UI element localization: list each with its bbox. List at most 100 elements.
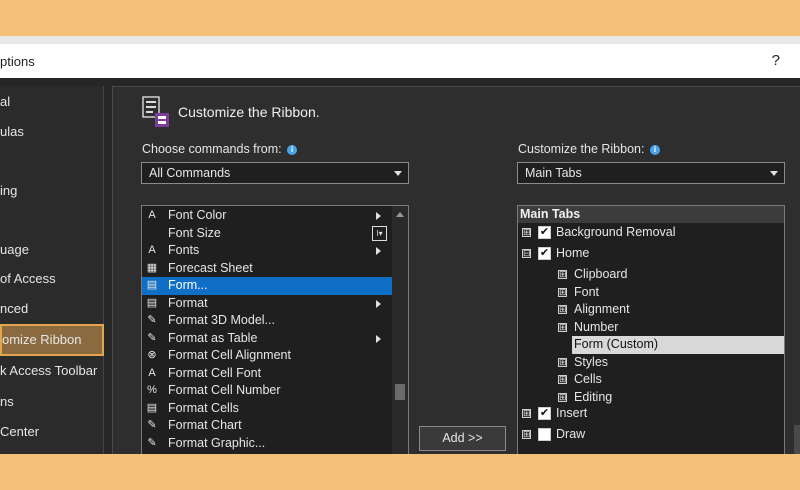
expand-icon[interactable]: ⊞ [522,409,531,418]
list-item-label: Format Cell Font [168,365,262,380]
chevron-right-icon [376,212,381,220]
list-item-format[interactable]: ▤ Format [142,295,392,313]
format-as-table-icon: ✎ [147,331,157,344]
tree-node-draw[interactable]: ⊞ Draw [518,426,784,444]
tree-node-insert[interactable]: ⊞ ✔ Insert [518,405,784,423]
list-item-format-chart[interactable]: ✎ Format Chart [142,417,392,435]
ribbon-tabs-tree[interactable]: Main Tabs ⊞ ✔ Background Removal ⊟ ✔ Hom… [517,205,785,454]
expand-icon[interactable]: ⊞ [522,430,531,439]
checkbox-checked-icon[interactable]: ✔ [538,247,551,260]
list-item-form[interactable]: ▤ Form... [142,277,392,295]
sidebar-item-language[interactable]: uage [0,238,104,262]
tree-node-label: Draw [556,427,586,441]
tree-node-styles[interactable]: ⊞ Styles [518,354,784,372]
tree-node-number[interactable]: ⊞ Number [518,319,784,337]
list-item-label: Format [168,295,208,310]
list-item-format-cell-number[interactable]: % Format Cell Number [142,382,392,400]
chevron-down-icon [394,171,402,176]
customize-ribbon-value: Main Tabs [525,166,582,180]
tree-node-label: Alignment [574,302,630,316]
chevron-right-icon [376,334,381,343]
sidebar-item-proofing[interactable]: ing [0,179,104,203]
tree-node-alignment[interactable]: ⊞ Alignment [518,301,784,319]
sidebar-item-general[interactable]: al [0,90,104,114]
list-item-label: Format Graphic... [168,435,266,450]
tree-node-form-custom[interactable]: Form (Custom) [572,336,784,354]
options-sidebar: al ulas ing uage of Access nced omize Ri… [0,86,104,454]
list-item-label: Font Color [168,208,227,222]
tree-node-background-removal[interactable]: ⊞ ✔ Background Removal [518,224,784,242]
tree-node-label: Cells [574,372,602,386]
sidebar-item-advanced[interactable]: nced [0,297,104,321]
list-item-font-color[interactable]: A Font Color [142,207,392,225]
format-chart-icon: ✎ [147,419,157,431]
sidebar-item-ease-of-access[interactable]: of Access [0,267,104,291]
customize-ribbon-dropdown[interactable]: Main Tabs [517,162,785,184]
list-item-fonts[interactable]: A Fonts [142,242,392,260]
fonts-icon: A [148,244,156,256]
forecast-sheet-icon: ▦ [146,261,158,274]
list-item-format-cell-font[interactable]: A Format Cell Font [142,365,392,383]
sidebar-item-customize-ribbon[interactable]: omize Ribbon [0,324,104,356]
sidebar-item-quick-access-toolbar[interactable]: k Access Toolbar [0,359,104,383]
list-item-label: Font Size [168,225,221,240]
checkbox-unchecked-icon[interactable] [538,428,551,441]
list-item-font-size[interactable]: Font Size I▾ [142,225,392,243]
sidebar-item-add-ins[interactable]: ns [0,390,104,414]
info-icon: i [649,145,660,155]
list-item-format-cell-alignment[interactable]: ⊗ Format Cell Alignment [142,347,392,365]
format-cells-icon: ▤ [146,401,158,414]
expand-icon[interactable]: ⊞ [558,322,567,332]
customize-ribbon-label: Customize the Ribbon: i [518,142,660,156]
expand-icon[interactable]: ⊞ [558,270,567,279]
page-title: Customize the Ribbon. [178,104,320,120]
scroll-thumb[interactable] [395,384,405,400]
list-item-label: Format Cell Number [168,383,281,397]
tree-node-editing[interactable]: ⊞ Editing [518,389,784,407]
tree-node-label: Font [574,284,600,299]
choose-commands-value: All Commands [149,166,231,180]
scroll-up-icon[interactable] [396,212,404,217]
font-color-icon: A [148,209,156,221]
tree-node-label: Home [556,246,590,260]
tree-node-clipboard[interactable]: ⊞ Clipboard [518,266,784,284]
tree-node-cells[interactable]: ⊞ Cells [518,371,784,389]
expand-icon[interactable]: ⊞ [522,228,531,237]
list-item-label: Format as Table [168,330,258,345]
checkbox-checked-icon[interactable]: ✔ [538,407,551,420]
expand-icon[interactable]: ⊞ [558,287,567,297]
list-item-format-graphic[interactable]: ✎ Format Graphic... [142,435,392,453]
tree-node-font[interactable]: ⊞ Font [518,284,784,302]
tree-header: Main Tabs [518,206,784,223]
tree-node-label: Insert [556,406,588,420]
sidebar-item-formulas[interactable]: ulas [0,120,104,144]
list-item-format-3d-model[interactable]: ✎ Format 3D Model... [142,312,392,330]
tree-node-home[interactable]: ⊟ ✔ Home [518,245,784,263]
checkbox-checked-icon[interactable]: ✔ [538,226,551,239]
choose-commands-label: Choose commands from: i [142,142,298,156]
help-button[interactable]: ? [772,52,780,69]
sidebar-item-trust-center[interactable]: Center [0,420,104,444]
customize-ribbon-panel: Customize the Ribbon. Choose commands fr… [112,86,800,454]
expand-icon[interactable]: ⊞ [558,392,567,402]
format-cell-font-icon: A [148,366,156,379]
list-item-label: Form... [168,278,208,292]
move-up-button[interactable] [794,425,800,454]
format-icon: ▤ [146,296,158,309]
expand-icon[interactable]: ⊞ [558,357,567,367]
expand-icon[interactable]: ⊞ [558,375,567,384]
commands-list[interactable]: A Font Color Font Size I▾ A Fonts ▦ Fore… [141,205,409,454]
chevron-down-icon [770,171,778,176]
form-icon: ▤ [146,279,158,291]
customize-ribbon-icon [142,96,169,127]
list-item-format-as-table[interactable]: ✎ Format as Table [142,330,392,348]
expand-icon[interactable]: ⊞ [558,305,567,314]
list-item-forecast-sheet[interactable]: ▦ Forecast Sheet [142,260,392,278]
choose-commands-dropdown[interactable]: All Commands [141,162,409,184]
add-button[interactable]: Add >> [419,426,506,451]
choose-commands-label-text: Choose commands from: [142,142,282,156]
collapse-icon[interactable]: ⊟ [522,249,531,258]
info-icon: i [287,145,298,155]
list-item-format-cells[interactable]: ▤ Format Cells [142,400,392,418]
commands-scrollbar[interactable] [392,206,408,454]
